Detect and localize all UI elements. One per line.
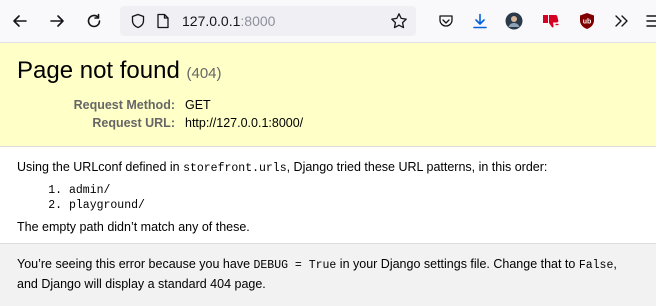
explanation-part1: You’re seeing this error because you hav… [17, 257, 254, 271]
url-port: :8000 [240, 13, 276, 29]
url-bar[interactable]: 127.0.0.1:8000 [120, 6, 416, 36]
debug-code: DEBUG = True [253, 259, 337, 272]
avatar[interactable] [504, 11, 524, 31]
back-icon[interactable] [6, 7, 34, 35]
debug-explanation: You’re seeing this error because you hav… [0, 244, 656, 306]
url-label: Request URL: [92, 116, 175, 130]
url-text[interactable]: 127.0.0.1:8000 [182, 13, 275, 29]
menu-icon[interactable] [644, 11, 656, 31]
pocket-icon[interactable] [436, 11, 456, 31]
table-row: Request Method: GET [17, 96, 303, 114]
page-title: Page not found (404) [17, 57, 639, 88]
url-host: 127.0.0.1 [182, 13, 241, 29]
page-icon[interactable] [156, 13, 170, 34]
request-meta-table: Request Method: GET Request URL: http://… [17, 96, 304, 132]
star-icon[interactable] [390, 12, 408, 35]
status-code: (404) [186, 65, 222, 82]
no-match-text: The empty path didn’t match any of these… [17, 220, 250, 234]
ublock-badge-text: ub [583, 19, 592, 26]
overflow-icon[interactable] [612, 11, 632, 31]
list-item: admin/ [69, 183, 639, 198]
explanation-part2: in your Django settings file. Change tha… [336, 257, 579, 271]
reload-icon[interactable] [80, 7, 108, 35]
url-patterns-info: Using the URLconf defined in storefront.… [0, 147, 656, 244]
false-code: False [578, 259, 614, 272]
table-row: Request URL: http://127.0.0.1:8000/ [17, 114, 303, 132]
intro-prefix: Using the URLconf defined in [17, 160, 184, 174]
intro-text: Using the URLconf defined in storefront.… [17, 160, 639, 175]
intro-suffix: , Django tried these URL patterns, in th… [286, 160, 548, 174]
forward-icon[interactable] [43, 7, 71, 35]
pattern-list: admin/ playground/ [17, 183, 639, 213]
dislike-icon[interactable] [541, 11, 561, 31]
error-summary: Page not found (404) Request Method: GET… [0, 43, 656, 147]
title-text: Page not found [17, 57, 180, 84]
download-icon[interactable] [470, 11, 490, 31]
urlconf-code: storefront.urls [183, 162, 287, 175]
method-value: GET [185, 98, 211, 112]
explanation-text: You’re seeing this error because you hav… [17, 255, 639, 293]
method-label: Request Method: [73, 98, 175, 112]
shield-icon[interactable] [130, 13, 146, 34]
browser-toolbar: 127.0.0.1:8000 ub [0, 0, 656, 43]
url-value: http://127.0.0.1:8000/ [185, 116, 304, 130]
list-item: playground/ [69, 198, 639, 213]
ublock-icon[interactable]: ub [577, 11, 597, 31]
